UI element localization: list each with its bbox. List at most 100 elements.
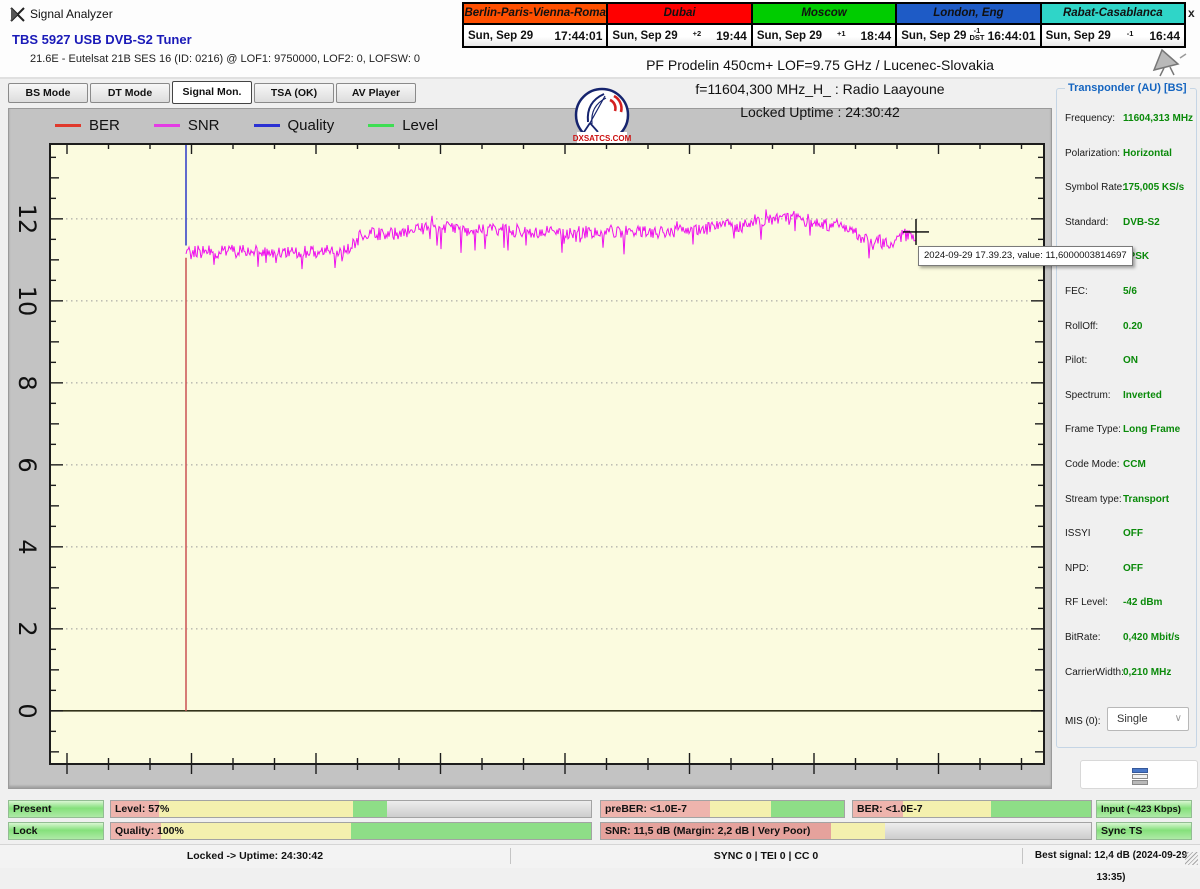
- status-uptime: Locked -> Uptime: 24:30:42: [186, 850, 324, 862]
- tp-label-5: FEC:: [1065, 286, 1088, 297]
- clock-time-row: Sun, Sep 29 +1 18:44: [752, 25, 896, 46]
- clock-1: Dubai Sun, Sep 29 +2 19:44: [606, 2, 753, 48]
- tp-value-15: 0,420 Mbit/s: [1123, 632, 1180, 643]
- tp-value-0: 11604,313 MHz: [1123, 113, 1194, 124]
- quality-zone-green: [351, 823, 591, 839]
- tab-signal-mon-[interactable]: Signal Mon.: [172, 81, 252, 104]
- level-zone-empty: [387, 801, 591, 817]
- svg-text:DXSATCS.COM: DXSATCS.COM: [573, 134, 632, 143]
- sync-ts-indicator: Sync TS: [1096, 822, 1192, 840]
- status-divider: [1022, 848, 1023, 864]
- tp-label-16: CarrierWidth:: [1065, 666, 1124, 678]
- legend-item-ber: BER: [55, 117, 120, 134]
- close-icon[interactable]: x: [1188, 6, 1195, 20]
- satellite-dish-icon: [1152, 48, 1187, 77]
- clock-time-row: Sun, Sep 29 17:44:01: [464, 25, 607, 46]
- snr-zone-yellow: [831, 823, 886, 839]
- tp-label-13: NPD:: [1065, 562, 1089, 574]
- clock-time-row: Sun, Sep 29 -1 DST 16:44:01: [897, 25, 1040, 46]
- clock-city: Rabat-Casablanca: [1041, 4, 1185, 25]
- tp-label-2: Symbol Rate:: [1065, 182, 1126, 194]
- snr-zone-empty: [885, 823, 1091, 839]
- tp-label-7: Pilot:: [1065, 355, 1088, 367]
- clock-4: Rabat-Casablanca Sun, Sep 29 -1 16:44: [1039, 2, 1187, 48]
- status-best-signal: Best signal: 12,4 dB (2024-09-29 13:35): [1034, 850, 1188, 883]
- tp-label-1: Polarization:: [1065, 147, 1121, 159]
- ber-label: BER: <1.0E-7: [857, 803, 923, 815]
- tp-label-11: Stream type:: [1065, 493, 1122, 505]
- tp-value-9: Long Frame: [1123, 424, 1181, 436]
- tp-value-1: Horizontal: [1123, 147, 1172, 159]
- clock-city: Berlin-Paris-Vienna-Roma: [464, 4, 607, 25]
- legend-item-quality: Quality: [253, 117, 334, 134]
- status-bar: Locked -> Uptime: 24:30:42 SYNC 0 | TEI …: [0, 844, 1200, 883]
- tp-value-10: CCM: [1123, 459, 1146, 470]
- device-title: TBS 5927 USB DVB-S2 Tuner: [12, 32, 192, 47]
- level-zone-yellow: [159, 801, 354, 817]
- server-stack-icon: [1132, 768, 1148, 785]
- signal-analyzer-window: { "window": { "title": "Signal Analyzer"…: [0, 0, 1200, 883]
- tp-value-8: Inverted: [1123, 389, 1162, 401]
- level-bar: Level: 57%: [110, 800, 592, 818]
- tab-dt-mode[interactable]: DT Mode: [90, 83, 170, 103]
- tp-label-14: RF Level:: [1065, 597, 1108, 609]
- quality-zone-yellow: [160, 823, 351, 839]
- tp-label-12: ISSYI: [1065, 528, 1091, 540]
- antenna-info: PF Prodelin 450cm+ LOF=9.75 GHz / Lucene…: [646, 57, 994, 73]
- legend-swatch: [55, 124, 81, 127]
- tp-value-13: OFF: [1123, 562, 1143, 574]
- window-title: Signal Analyzer: [30, 7, 113, 21]
- clock-city: Moscow: [752, 4, 896, 25]
- transponder-panel-title: Transponder (AU) [BS]: [1065, 82, 1190, 94]
- legend-swatch: [253, 124, 280, 127]
- tab-bs-mode[interactable]: BS Mode: [8, 83, 88, 103]
- legend-item-level: Level: [368, 117, 438, 134]
- clock-2: Moscow Sun, Sep 29 +1 18:44: [750, 2, 898, 48]
- tab-av-player[interactable]: AV Player: [336, 83, 416, 103]
- tp-label-3: Standard:: [1065, 216, 1109, 228]
- satellite-info: 21.6E - Eutelsat 21B SES 16 (ID: 0216) @…: [30, 53, 421, 65]
- tab-tsa-ok-[interactable]: TSA (OK): [254, 83, 334, 103]
- tp-label-8: Spectrum:: [1065, 389, 1111, 401]
- level-zone-green: [353, 801, 387, 817]
- quality-label: Quality: 100%: [115, 825, 184, 837]
- tp-label-10: Code Mode:: [1065, 459, 1120, 470]
- ber-bar: BER: <1.0E-7: [852, 800, 1092, 818]
- mis-select[interactable]: Single ∨: [1107, 707, 1189, 731]
- tp-value-7: ON: [1123, 355, 1138, 367]
- tp-value-16: 0,210 MHz: [1123, 666, 1172, 678]
- clock-time-row: Sun, Sep 29 -1 16:44: [1041, 25, 1185, 46]
- level-label: Level: 57%: [115, 803, 170, 815]
- locked-uptime-line: Locked Uptime : 24:30:42: [740, 104, 900, 120]
- tp-value-5: 5/6: [1123, 286, 1137, 297]
- clock-time-row: Sun, Sep 29 +2 19:44: [608, 25, 751, 46]
- tp-value-14: -42 dBm: [1123, 597, 1163, 609]
- tp-value-2: 175,005 KS/s: [1123, 182, 1185, 194]
- snr-bar: SNR: 11,5 dB (Margin: 2,2 dB | Very Poor…: [600, 822, 1092, 840]
- clock-city: London, Eng: [897, 4, 1040, 25]
- resize-grip[interactable]: [1185, 852, 1198, 865]
- chart-tooltip: 2024-09-29 17.39.23, value: 11,600000381…: [918, 246, 1133, 266]
- legend-swatch: [368, 124, 395, 127]
- tp-label-9: Frame Type:: [1065, 424, 1121, 436]
- quality-bar: Quality: 100%: [110, 822, 592, 840]
- status-sync-counters: SYNC 0 | TEI 0 | CC 0: [713, 850, 819, 862]
- preber-zone-yellow: [710, 801, 772, 817]
- status-divider: [510, 848, 511, 864]
- chart-svg: [49, 143, 1045, 774]
- dxsatcs-logo: DXSATCS.COM: [573, 87, 632, 143]
- ber-zone-green: [991, 801, 1091, 817]
- chevron-down-icon: ∨: [1174, 713, 1182, 724]
- plot-area[interactable]: [49, 143, 1045, 779]
- preber-label: preBER: <1.0E-7: [605, 803, 687, 815]
- clock-0: Berlin-Paris-Vienna-Roma Sun, Sep 29 17:44…: [462, 2, 609, 48]
- preber-zone-green: [771, 801, 844, 817]
- clock-city: Dubai: [608, 4, 751, 25]
- signal-monitor-chart: BER SNR Quality Level 0 2 4 6 8 10 12: [8, 108, 1052, 789]
- app-dish-icon: [10, 7, 25, 22]
- lock-indicator: Lock: [8, 822, 104, 840]
- stream-list-button[interactable]: [1080, 760, 1198, 789]
- clock-3: London, Eng Sun, Sep 29 -1 DST 16:44:01: [895, 2, 1042, 48]
- mis-label: MIS (0):: [1065, 716, 1101, 727]
- legend-item-snr: SNR: [153, 117, 220, 134]
